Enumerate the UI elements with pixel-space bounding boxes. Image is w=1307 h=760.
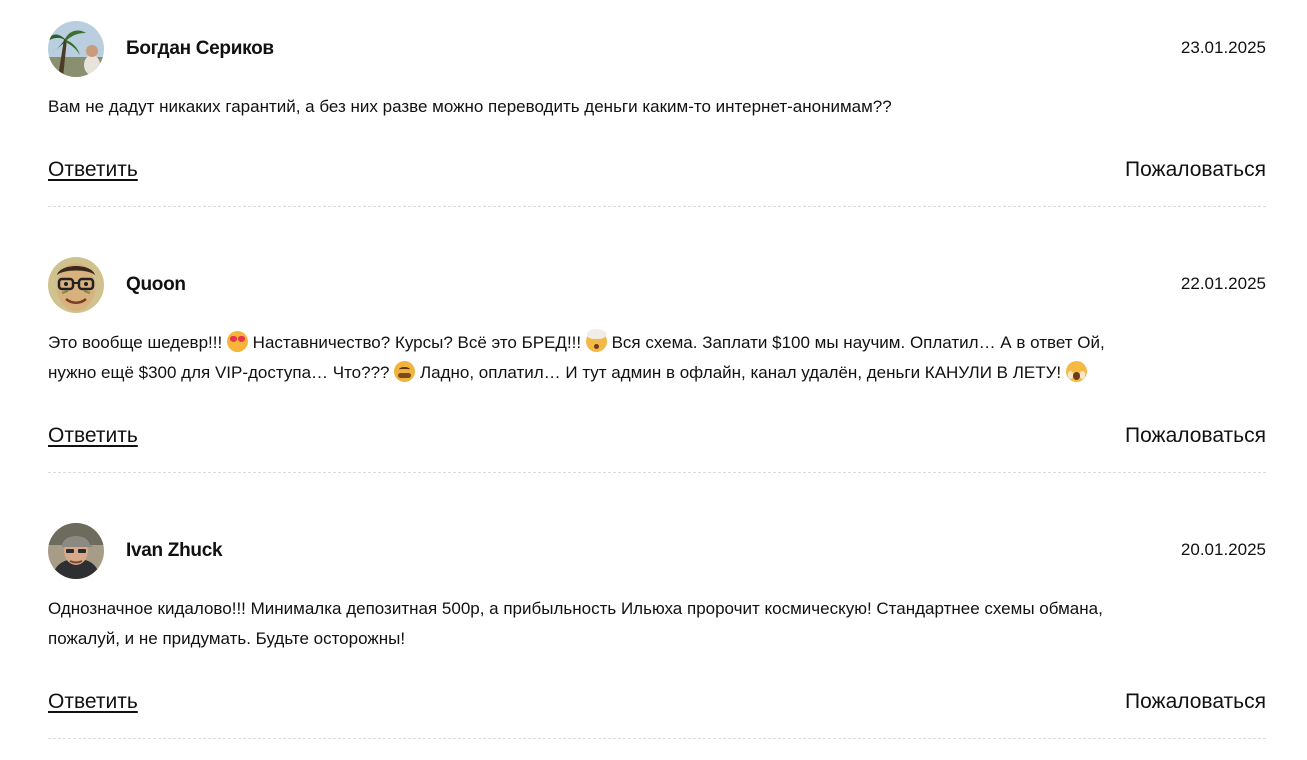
palm-tree-photo-avatar xyxy=(48,21,104,77)
author-name: Богдан Сериков xyxy=(126,38,274,59)
comment-date: 22.01.2025 xyxy=(1180,274,1266,293)
avatar[interactable] xyxy=(48,21,104,77)
comment-text: Вам не дадут никаких гарантий, а без них… xyxy=(48,92,1266,122)
reply-link[interactable]: Ответить xyxy=(48,156,138,184)
avatar[interactable] xyxy=(48,257,104,313)
comment-header: Богдан Сериков 23.01.2025 xyxy=(48,21,1266,77)
man-with-cap-photo-avatar xyxy=(48,523,104,579)
smiling-face-with-heart-eyes-icon xyxy=(226,331,248,352)
face-screaming-icon xyxy=(1065,361,1087,382)
report-link[interactable]: Пожаловаться xyxy=(1125,688,1266,716)
author-name: Ivan Zhuck xyxy=(126,540,223,561)
comment-actions: Ответить Пожаловаться xyxy=(48,156,1266,186)
comment-date: 23.01.2025 xyxy=(1180,38,1266,57)
exploding-head-icon xyxy=(585,329,607,352)
author-name: Quoon xyxy=(126,274,186,295)
comment-actions: Ответить Пожаловаться xyxy=(48,422,1266,452)
avatar[interactable] xyxy=(48,523,104,579)
report-link[interactable]: Пожаловаться xyxy=(1125,422,1266,450)
comment-text-line: Это вообще шедевр!!! Наставничество? Кур… xyxy=(48,328,1266,358)
comment-item: Богдан Сериков 23.01.2025 Вам не дадут н… xyxy=(48,0,1266,207)
reply-link[interactable]: Ответить xyxy=(48,422,138,450)
comment-actions: Ответить Пожаловаться xyxy=(48,688,1266,718)
reply-link[interactable]: Ответить xyxy=(48,688,138,716)
glasses-man-photo-avatar xyxy=(48,257,104,313)
comment-text: Это вообще шедевр!!! Наставничество? Кур… xyxy=(48,328,1266,388)
text-segment: Вся схема. Заплати $100 мы научим. Оплат… xyxy=(611,333,1105,352)
text-segment: Это вообще шедевр!!! xyxy=(48,333,223,352)
nauseated-face-icon xyxy=(394,361,416,382)
comment-header: Quoon 22.01.2025 xyxy=(48,257,1266,313)
comment-date: 20.01.2025 xyxy=(1180,540,1266,559)
text-segment: Ладно, оплатил… И тут админ в офлайн, ка… xyxy=(419,363,1062,382)
comment-header: Ivan Zhuck 20.01.2025 xyxy=(48,523,1266,579)
divider xyxy=(48,738,1266,739)
comment-text-line: пожалуй, и не придумать. Будьте осторожн… xyxy=(48,629,406,648)
comment-text-line: нужно ещё $300 для VIP-доступа… Что??? Л… xyxy=(48,358,1266,388)
report-link[interactable]: Пожаловаться xyxy=(1125,156,1266,184)
comments-list: Богдан Сериков 23.01.2025 Вам не дадут н… xyxy=(48,0,1266,739)
comment-text-line: Вам не дадут никаких гарантий, а без них… xyxy=(48,97,892,116)
comment-text-line: Однозначное кидалово!!! Минималка депози… xyxy=(48,599,1103,618)
comment-text: Однозначное кидалово!!! Минималка депози… xyxy=(48,594,1266,654)
comment-item: Ivan Zhuck 20.01.2025 Однозначное кидало… xyxy=(48,473,1266,739)
text-segment: нужно ещё $300 для VIP-доступа… Что??? xyxy=(48,363,390,382)
text-segment: Наставничество? Курсы? Всё это БРЕД!!! xyxy=(252,333,582,352)
comment-item: Quoon 22.01.2025 Это вообще шедевр!!! На… xyxy=(48,207,1266,473)
